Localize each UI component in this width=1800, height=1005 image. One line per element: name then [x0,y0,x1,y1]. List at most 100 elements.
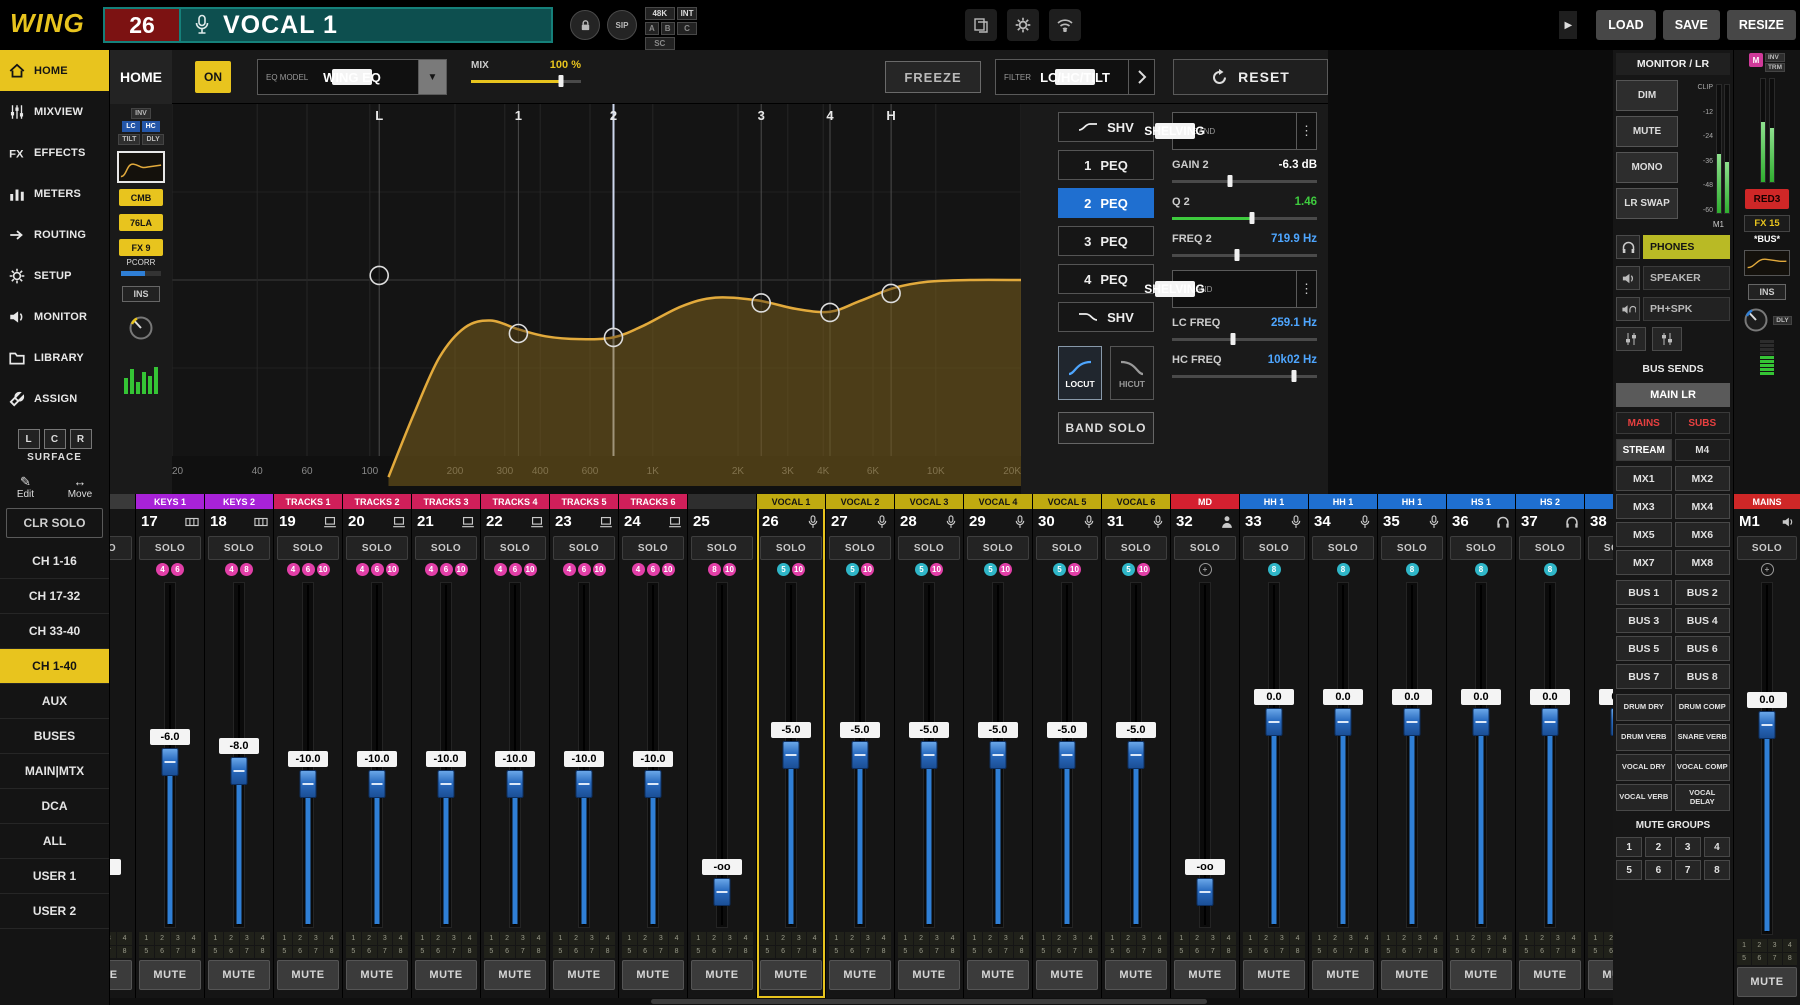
fader[interactable]: -10.0 [274,578,342,932]
channel-number-row[interactable]: 30 [1033,509,1101,534]
eq-band-handle[interactable] [821,303,839,321]
send-indicators[interactable]: 12345678 [1174,932,1236,958]
mute-group-button-2[interactable]: 2 [1645,837,1671,857]
mute-group-button-1[interactable]: 1 [1616,837,1642,857]
mute-button[interactable]: MUTE [346,960,408,990]
mute-button[interactable]: MUTE [1105,960,1167,990]
channel-number-row[interactable]: 28 [895,509,963,534]
fader-cap[interactable] [990,741,1007,769]
bank-button-aux[interactable]: AUX [0,684,109,719]
ph-spk-button[interactable]: PH+SPK [1616,296,1730,322]
fader[interactable]: -6.0 [136,578,204,932]
channel-label[interactable]: TRACKS 2 [343,494,411,509]
send-indicators[interactable]: 12345678 [967,932,1029,958]
mute-button[interactable]: MUTE [1174,960,1236,990]
channel-number-row[interactable]: 23 [550,509,618,534]
channel-label[interactable]: HH 1 [1378,494,1446,509]
fader[interactable]: -oo [1171,578,1239,932]
bus-button-bus-4[interactable]: BUS 4 [1675,608,1731,633]
mute-group-button-4[interactable]: 4 [1704,837,1730,857]
hc-freq-slider[interactable] [1172,370,1317,382]
main-eq-thumbnail[interactable] [1744,250,1790,276]
bus-button-bus-7[interactable]: BUS 7 [1616,664,1672,689]
solo-button[interactable]: SOLO [829,536,891,560]
mx-button-mx8[interactable]: MX8 [1675,550,1731,575]
fader[interactable]: -10.0 [412,578,480,932]
bus-button-bus-5[interactable]: BUS 5 [1616,636,1672,661]
fader-cap[interactable] [645,770,662,798]
fader[interactable]: -5.0 [1102,578,1170,932]
mx-button-mx7[interactable]: MX7 [1616,550,1672,575]
hicut-button[interactable]: HICUT [1110,346,1154,400]
sidebar-item-setup[interactable]: SETUP [0,255,109,296]
scrollbar-thumb[interactable] [651,999,1207,1004]
fader-cap[interactable] [438,770,455,798]
eq-band-button-4[interactable]: 4PEQ [1058,264,1154,294]
freq-slider[interactable] [1172,249,1317,261]
solo-button[interactable]: SOLO [898,536,960,560]
lcr-button-l[interactable]: L [18,429,40,449]
fx-send-button-vocal-comp[interactable]: VOCAL COMP [1675,754,1731,781]
solo-button[interactable]: SOLO [415,536,477,560]
bus-button-bus-8[interactable]: BUS 8 [1675,664,1731,689]
mute-button[interactable]: MUTE [760,960,822,990]
mute-button[interactable]: MUTE [1381,960,1443,990]
sidebar-item-monitor[interactable]: MONITOR [0,296,109,337]
fader-cap[interactable] [1059,741,1076,769]
inv-badge[interactable]: INV [131,108,151,119]
bank-button-ch-33-40[interactable]: CH 33-40 [0,614,109,649]
solo-button[interactable]: SOLO [1381,536,1443,560]
mute-button[interactable]: MUTE [484,960,546,990]
bank-button-clr-solo[interactable]: CLR SOLO [6,508,103,538]
channel-number-row[interactable]: 32 [1171,509,1239,534]
fader-cap[interactable] [1197,878,1214,906]
send-indicators[interactable]: 12345678 [1519,932,1581,958]
fader[interactable]: -5.0 [1033,578,1101,932]
channel-label[interactable]: VOCAL 3 [895,494,963,509]
fader[interactable]: -8.0 [205,578,273,932]
solo-button[interactable]: SOLO [967,536,1029,560]
channel-label[interactable]: MAINS [1734,494,1800,509]
channel-label[interactable]: TRACKS 5 [550,494,618,509]
channel-label[interactable]: VOCAL 4 [964,494,1032,509]
solo-button[interactable]: SOLO [139,536,201,560]
dly-badge[interactable]: DLY [142,134,163,145]
channel-label[interactable]: MD [1171,494,1239,509]
inv-badge-main[interactable]: INV [1765,53,1785,62]
mx-button-mx2[interactable]: MX2 [1675,466,1731,491]
send-indicators[interactable]: 12345678 [898,932,960,958]
expand-arrow-button[interactable]: ▶ [1559,11,1577,39]
channel-number-row[interactable]: 24 [619,509,687,534]
fader[interactable]: -oo [110,578,135,932]
fx15-button[interactable]: FX 15 [1744,215,1790,232]
send-indicators[interactable]: 12345678 [1243,932,1305,958]
sidebar-item-library[interactable]: LIBRARY [0,337,109,378]
mute-button[interactable]: MUTE [829,960,891,990]
channel-number-row[interactable]: 25 [688,509,756,534]
tilt-badge[interactable]: TILT [118,134,140,145]
mx-button-mx3[interactable]: MX3 [1616,494,1672,519]
edit-button[interactable]: ✎Edit [17,475,34,500]
eq-model-dropdown-arrow[interactable]: ▼ [418,60,446,94]
fader-cap[interactable] [921,741,938,769]
channel-label[interactable]: VOCAL 5 [1033,494,1101,509]
send-indicators[interactable]: 12345678 [110,932,132,958]
lc-freq-slider[interactable] [1172,333,1317,345]
mute-button[interactable]: MUTE [1312,960,1374,990]
channel-number-row[interactable]: 19 [274,509,342,534]
eq-block-thumbnail[interactable] [117,151,165,183]
fader-cap[interactable] [714,878,731,906]
mute-button[interactable]: MUTE [208,960,270,990]
eq-band-button-shelf-low[interactable]: SHV [1058,112,1154,142]
eq-graph[interactable]: 2040601002003004006001K2K3K4K6K10K20KL12… [172,104,1021,494]
channel-label[interactable]: TRACKS 6 [619,494,687,509]
hi-band-dropdown[interactable]: HI BANDSHELVING ⋮ [1172,270,1317,308]
send-indicators[interactable]: 12345678 [346,932,408,958]
channel-number-row[interactable]: 34 [1309,509,1377,534]
solo-button[interactable]: SOLO [1450,536,1512,560]
mute-button[interactable]: MUTE [415,960,477,990]
phones-button[interactable]: PHONES [1616,234,1730,260]
eq-band-handle[interactable] [509,325,527,343]
fader-track[interactable] [716,582,728,928]
eq-band-button-2[interactable]: 2PEQ [1058,188,1154,218]
